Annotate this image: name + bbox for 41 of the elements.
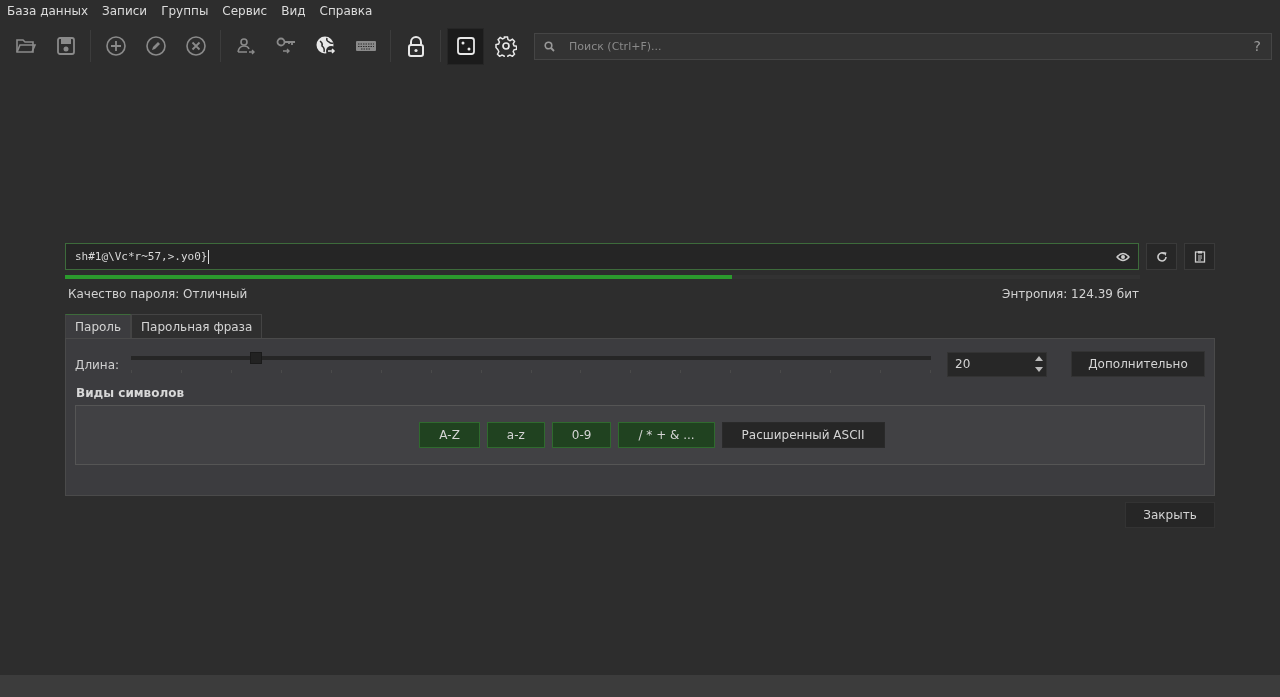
pencil-circle-icon [144, 35, 167, 57]
tab[interactable]: Пароль [65, 314, 132, 338]
menu-item[interactable]: Группы [154, 4, 216, 23]
eye-icon[interactable] [1116, 251, 1130, 262]
refresh-icon [1155, 250, 1168, 263]
length-spinbox[interactable]: 20 [947, 351, 1047, 377]
search-field[interactable]: Поиск (Ctrl+F)... ? [534, 32, 1272, 60]
password-text: sh#1@\Vc*r~57,>.yo0} [75, 250, 208, 263]
entropy-label: Энтропия: 124.39 бит [1002, 287, 1139, 303]
regenerate-button[interactable] [1146, 243, 1177, 270]
plus-circle-icon [104, 35, 127, 57]
section-title: Виды символов [76, 386, 186, 400]
search-icon [544, 40, 555, 52]
settings-icon [494, 35, 517, 57]
help-button[interactable]: ? [1253, 38, 1261, 54]
clipboard-icon [1193, 250, 1206, 263]
dice-icon [454, 35, 477, 57]
length-value: 20 [955, 357, 971, 371]
menu-item[interactable]: Вид [274, 4, 313, 23]
user-arrow-icon [234, 35, 257, 57]
character-type-toggle[interactable]: Расширенный ASCII [721, 422, 885, 448]
tab[interactable]: Парольная фраза [131, 314, 263, 338]
character-type-toggle[interactable]: / * + & ... [618, 422, 715, 448]
character-type-toggle[interactable]: 0-9 [551, 422, 612, 448]
length-label: Длина: [75, 358, 121, 372]
advanced-button[interactable]: Дополнительно [1071, 351, 1205, 377]
save-icon [54, 35, 77, 57]
close-button[interactable]: Закрыть [1125, 502, 1215, 528]
delete-icon [184, 35, 207, 57]
menu-item[interactable]: Сервис [215, 4, 275, 23]
copy-button[interactable] [1184, 243, 1215, 270]
menu-item[interactable]: Записи [95, 4, 155, 23]
password-field[interactable]: sh#1@\Vc*r~57,>.yo0} [65, 243, 1139, 270]
character-type-toggle[interactable]: A-Z [419, 422, 480, 448]
slider-thumb[interactable] [249, 352, 262, 364]
menu-item[interactable]: База данных [0, 4, 96, 23]
dice-button[interactable] [447, 27, 484, 65]
character-type-toggle[interactable]: a-z [486, 422, 545, 448]
quality-label: Качество пароля: Отличный [68, 287, 248, 303]
globe-arrow-icon [314, 35, 337, 57]
menu-item[interactable]: Справка [312, 4, 380, 23]
